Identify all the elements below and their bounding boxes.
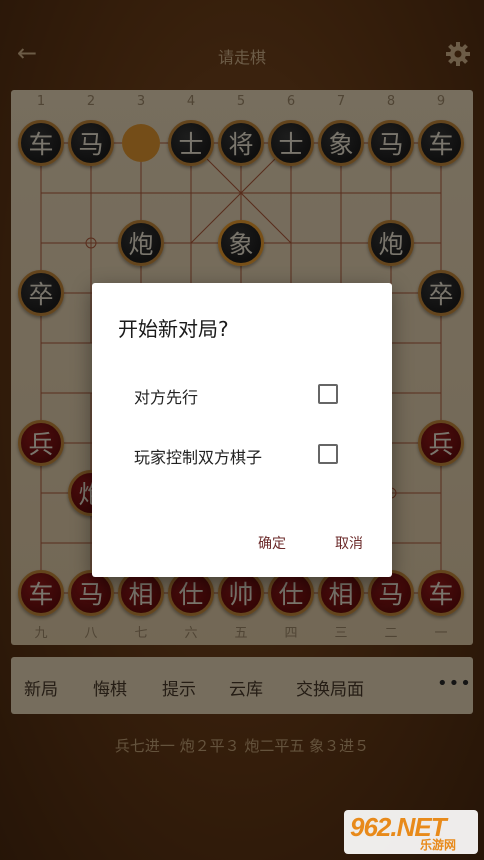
control-both-checkbox[interactable] [318, 444, 338, 464]
new-game-dialog: 开始新对局? 对方先行 玩家控制双方棋子 确定 取消 [92, 283, 392, 577]
confirm-button[interactable]: 确定 [258, 533, 286, 553]
dialog-title: 开始新对局? [118, 317, 229, 341]
watermark-sub-text: 乐游网 [420, 838, 457, 852]
opponent-first-label: 对方先行 [134, 388, 199, 407]
site-watermark-logo: 962.NET 乐游网 [344, 810, 478, 854]
opponent-first-checkbox[interactable] [318, 384, 338, 404]
control-both-label: 玩家控制双方棋子 [134, 448, 263, 467]
cancel-button[interactable]: 取消 [335, 533, 363, 553]
